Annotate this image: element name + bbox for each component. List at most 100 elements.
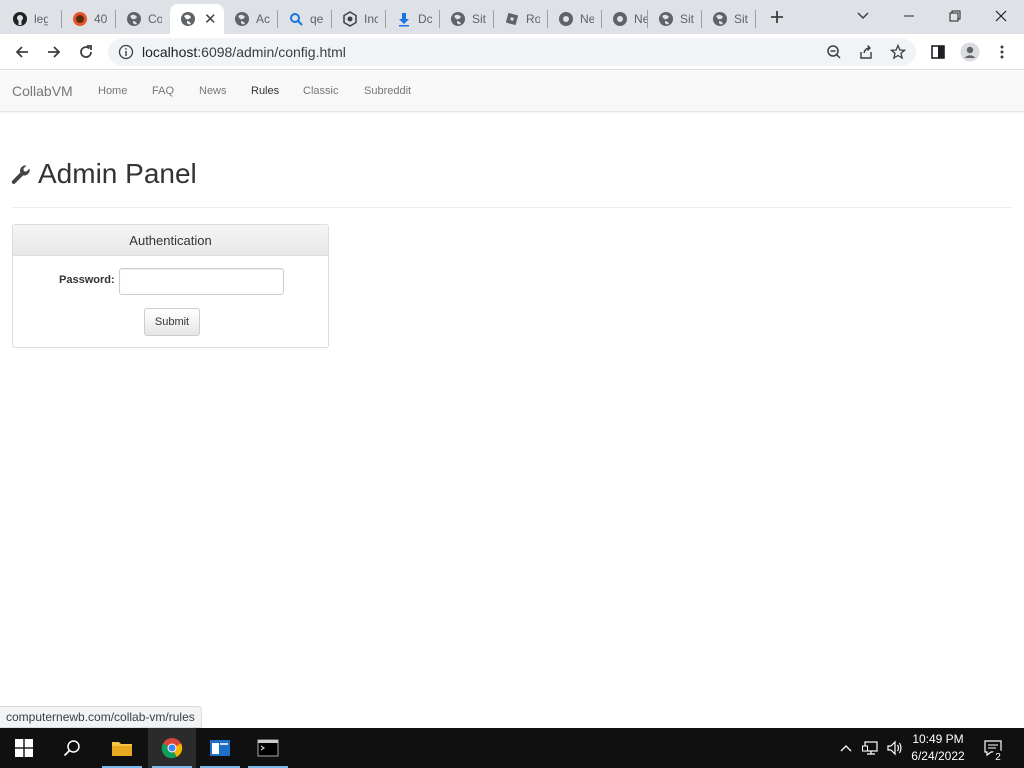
globe-icon	[712, 11, 728, 27]
submit-button[interactable]: Submit	[144, 308, 200, 336]
search-icon	[288, 11, 304, 27]
password-label: Password:	[59, 274, 115, 286]
kebab-menu-icon	[1000, 45, 1004, 59]
tab-title: Ne	[634, 12, 648, 26]
folder-icon	[112, 742, 132, 756]
zoom-button[interactable]	[820, 38, 848, 66]
browser-tab[interactable]: qe	[278, 4, 330, 34]
nav-link-news[interactable]: News	[199, 85, 227, 97]
globe-icon	[450, 11, 466, 27]
bookmark-button[interactable]	[884, 38, 912, 66]
tab-title: Ac	[256, 12, 270, 26]
minimize-icon	[904, 15, 914, 17]
network-icon	[862, 741, 878, 755]
nav-link-home[interactable]: Home	[98, 85, 127, 97]
globe-icon	[126, 11, 142, 27]
page-title: Admin Panel	[38, 158, 197, 189]
minimize-button[interactable]	[886, 0, 932, 32]
forward-button[interactable]	[40, 38, 68, 66]
tab-title: qe	[310, 12, 324, 26]
taskbar-command-prompt[interactable]	[244, 728, 292, 768]
github-icon	[12, 11, 28, 27]
browser-tab[interactable]: Co	[116, 4, 168, 34]
chrome-icon	[161, 738, 183, 759]
taskbar-server-manager[interactable]	[196, 728, 244, 768]
arrow-right-icon	[48, 46, 61, 58]
tab-title: leg	[34, 12, 48, 26]
link-status-bubble: computernewb.com/collab-vm/rules	[0, 706, 202, 728]
nav-link-classic[interactable]: Classic	[303, 85, 338, 97]
notification-count-badge: 2	[991, 750, 1005, 764]
panel-heading: Authentication	[13, 225, 328, 256]
zoom-out-icon	[827, 45, 841, 59]
close-icon	[995, 10, 1007, 22]
taskbar-clock[interactable]: 10:49 PM 6/24/2022	[898, 731, 978, 765]
reload-icon	[80, 45, 92, 58]
clock-time: 10:49 PM	[912, 732, 964, 746]
browser-tab[interactable]: leg	[2, 4, 54, 34]
password-input[interactable]	[119, 268, 284, 295]
arrow-left-icon	[15, 46, 28, 58]
site-info-icon[interactable]	[118, 44, 134, 60]
taskbar-search-button[interactable]	[48, 728, 96, 768]
browser-tab[interactable]: Sit	[648, 4, 700, 34]
url-text[interactable]: localhost:6098/admin/config.html	[142, 44, 346, 60]
nav-link-faq[interactable]: FAQ	[152, 85, 174, 97]
chrome-icon	[558, 11, 574, 27]
avatar-icon	[960, 42, 980, 62]
browser-tab[interactable]: Sit	[702, 4, 754, 34]
windows-logo-icon	[15, 739, 33, 757]
authentication-panel: Authentication Password: Submit	[12, 224, 329, 348]
navbar-brand[interactable]: CollabVM	[12, 83, 73, 99]
browser-tab[interactable]: Ne	[548, 4, 600, 34]
side-panel-button[interactable]	[924, 38, 952, 66]
browser-tab-active[interactable]: ✕	[170, 4, 224, 34]
share-icon	[860, 45, 872, 59]
network-button[interactable]	[860, 728, 882, 768]
share-button[interactable]	[852, 38, 880, 66]
browser-tab[interactable]: 40	[62, 4, 114, 34]
restore-icon	[949, 10, 961, 22]
browser-tab[interactable]: Ro	[494, 4, 546, 34]
browser-tab[interactable]: Dc	[386, 4, 438, 34]
browser-tab[interactable]: Inc	[332, 4, 384, 34]
back-button[interactable]	[8, 38, 36, 66]
close-window-button[interactable]	[978, 0, 1024, 32]
app-logo-icon	[72, 11, 88, 27]
globe-icon	[234, 11, 250, 27]
taskbar-chrome[interactable]	[148, 728, 196, 768]
roblox-icon	[504, 11, 520, 27]
nav-link-rules[interactable]: Rules	[251, 85, 279, 97]
restore-button[interactable]	[932, 0, 978, 32]
search-icon	[63, 740, 80, 757]
clock-date: 6/24/2022	[911, 749, 965, 763]
tab-title: Inc	[364, 12, 378, 26]
globe-icon	[180, 11, 196, 27]
star-icon	[890, 44, 906, 60]
reload-button[interactable]	[72, 38, 100, 66]
terminal-icon	[257, 739, 279, 757]
browser-tab[interactable]: Ac	[224, 4, 276, 34]
taskbar-file-explorer[interactable]	[98, 728, 146, 768]
tab-title: Ne	[580, 12, 594, 26]
close-tab-icon[interactable]: ✕	[204, 10, 217, 28]
browser-tab[interactable]: Sit	[440, 4, 492, 34]
url-host: localhost	[142, 44, 198, 60]
menu-button[interactable]	[988, 38, 1016, 66]
chevron-up-icon	[840, 745, 852, 752]
chrome-icon	[612, 11, 628, 27]
start-button[interactable]	[0, 728, 48, 768]
profile-button[interactable]	[956, 38, 984, 66]
show-hidden-icons-button[interactable]	[836, 728, 856, 768]
bundle-icon	[342, 11, 358, 27]
window-app-icon	[210, 740, 230, 756]
tab-title: Sit	[734, 12, 748, 26]
tab-search-button[interactable]	[840, 0, 886, 32]
tab-title: Co	[148, 12, 162, 26]
tab-title: Dc	[418, 12, 432, 26]
nav-link-subreddit[interactable]: Subreddit	[364, 85, 411, 97]
tab-title: Sit	[472, 12, 486, 26]
new-tab-button[interactable]	[766, 6, 788, 28]
page-header: Admin Panel	[10, 158, 197, 190]
chevron-down-icon	[857, 12, 869, 20]
